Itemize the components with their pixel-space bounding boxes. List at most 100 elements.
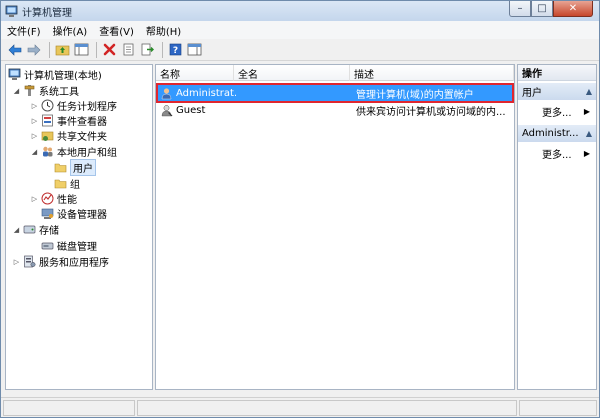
up-level-button[interactable]: [54, 42, 70, 58]
expanded-triangle-icon[interactable]: ◢: [12, 87, 21, 95]
properties-button[interactable]: [120, 42, 136, 58]
collapsed-triangle-icon[interactable]: ▷: [30, 132, 39, 140]
status-segment: [137, 400, 517, 416]
arrow-right-icon: [27, 43, 41, 56]
menu-view[interactable]: 查看(V): [99, 23, 134, 38]
forward-button[interactable]: [26, 42, 42, 58]
user-list: 名称 全名 描述 Administrat... 管理计算机(域)的内置帐户 Gu…: [155, 64, 515, 390]
action-group-users[interactable]: 用户 ▲: [518, 83, 596, 100]
export-list-button[interactable]: [139, 42, 155, 58]
menu-help[interactable]: 帮助(H): [146, 23, 181, 38]
delete-button[interactable]: [101, 42, 117, 58]
title-bar[interactable]: 计算机管理 – □ ✕: [1, 1, 599, 21]
column-header-fullname[interactable]: 全名: [234, 65, 350, 81]
user-name: Administrat...: [176, 87, 236, 99]
action-pane-header: 操作: [518, 65, 596, 81]
show-hide-tree-button[interactable]: [73, 42, 89, 58]
tree-item-groups[interactable]: 组: [54, 176, 80, 191]
action-group-administrator[interactable]: Administr... ▲: [518, 125, 596, 142]
event-viewer-icon: [42, 114, 53, 127]
tree-item-task-scheduler[interactable]: ▷ 任务计划程序: [30, 98, 117, 113]
action-item-label: 更多...: [542, 149, 572, 161]
menu-bar: 文件(F) 操作(A) 查看(V) 帮助(H): [1, 21, 599, 39]
help-button[interactable]: ?: [167, 42, 183, 58]
status-segment: [3, 400, 135, 416]
show-hide-action-pane-button[interactable]: [186, 42, 202, 58]
expanded-triangle-icon[interactable]: ◢: [30, 148, 39, 156]
tree-item-event-viewer[interactable]: ▷ 事件查看器: [30, 113, 107, 128]
user-name: Guest: [176, 104, 206, 116]
tree-item-label: 存储: [39, 226, 59, 237]
tree-item-local-users-groups[interactable]: ◢ 本地用户和组: [30, 144, 117, 159]
svg-text:?: ?: [172, 46, 177, 56]
cell-description: 供来宾访问计算机或访问域的内...: [356, 106, 506, 118]
user-icon: [161, 87, 172, 99]
tree-item-shared-folders[interactable]: ▷ 共享文件夹: [30, 128, 107, 144]
tree-item-label: 计算机管理(本地): [24, 71, 102, 82]
services-icon: [24, 255, 36, 268]
tree-item-computer-management[interactable]: 计算机管理(本地): [8, 67, 102, 82]
disk-icon: [41, 242, 54, 250]
tree-item-label: 系统工具: [39, 87, 79, 98]
help-icon: ?: [169, 43, 181, 56]
tree-item-device-manager[interactable]: 设备管理器: [41, 206, 107, 221]
tree-item-label: 事件查看器: [57, 117, 107, 128]
toolbar-separator: [96, 41, 97, 58]
action-pane-icon: [187, 43, 201, 56]
clock-icon: [41, 99, 54, 112]
tree-item-services-applications[interactable]: ▷ 服务和应用程序: [12, 254, 109, 269]
arrow-left-icon: [8, 43, 22, 56]
collapsed-triangle-icon[interactable]: ▷: [30, 117, 39, 125]
cell-fullname: [238, 85, 352, 101]
collapse-arrow-icon[interactable]: ▲: [586, 87, 592, 96]
status-bar: [1, 397, 599, 417]
close-button[interactable]: ✕: [553, 1, 593, 17]
tree-item-label: 设备管理器: [57, 210, 107, 221]
tree-item-label: 本地用户和组: [57, 148, 117, 159]
action-more-administrator[interactable]: 更多... ▶: [518, 145, 596, 161]
action-more-users[interactable]: 更多... ▶: [518, 103, 596, 119]
list-header: 名称 全名 描述: [156, 65, 514, 81]
computer-management-icon: [5, 5, 18, 17]
table-row-guest[interactable]: Guest 供来宾访问计算机或访问域的内...: [158, 102, 512, 118]
properties-icon: [123, 43, 133, 56]
device-manager-icon: [41, 208, 54, 219]
tree-item-system-tools[interactable]: ◢ 系统工具: [12, 83, 79, 98]
tree-item-label: 服务和应用程序: [39, 258, 109, 269]
window-controls: – □ ✕: [509, 1, 593, 17]
tree-item-storage[interactable]: ◢ 存储: [12, 222, 59, 238]
tools-icon: [24, 85, 35, 96]
tree-item-performance[interactable]: ▷ 性能: [30, 191, 77, 206]
collapsed-triangle-icon[interactable]: ▷: [30, 195, 39, 203]
tree-item-users[interactable]: 用户: [54, 159, 96, 176]
back-button[interactable]: [7, 42, 23, 58]
tree-item-disk-management[interactable]: 磁盘管理: [41, 238, 97, 253]
collapsed-triangle-icon[interactable]: ▷: [30, 102, 39, 110]
folder-up-icon: [55, 45, 69, 56]
toolbar-separator: [49, 41, 50, 58]
menu-action[interactable]: 操作(A): [53, 23, 88, 38]
user-icon: [161, 104, 173, 116]
console-tree-icon: [74, 43, 88, 56]
status-segment: [519, 400, 597, 416]
expanded-triangle-icon[interactable]: ◢: [12, 226, 21, 234]
maximize-button[interactable]: □: [531, 1, 553, 17]
cell-description: 管理计算机(域)的内置帐户: [356, 89, 474, 101]
minimize-button[interactable]: –: [509, 1, 531, 17]
action-group-title: Administr...: [522, 128, 579, 139]
storage-icon: [23, 225, 36, 234]
column-header-description[interactable]: 描述: [350, 65, 514, 81]
shared-folder-icon: [41, 131, 54, 141]
cell-fullname: [238, 102, 352, 118]
table-row-administrator[interactable]: Administrat... 管理计算机(域)的内置帐户: [156, 83, 514, 103]
column-header-name[interactable]: 名称: [156, 65, 234, 81]
menu-file[interactable]: 文件(F): [7, 23, 41, 38]
action-pane: 操作 用户 ▲ 更多... ▶ Administr... ▲ 更多... ▶: [517, 64, 597, 390]
collapse-arrow-icon[interactable]: ▲: [586, 129, 592, 138]
export-icon: [141, 43, 154, 56]
console-tree: 计算机管理(本地) ◢ 系统工具 ▷ 任务计划程序 ▷ 事件查看器 ▷ 共享文件…: [5, 64, 153, 390]
action-item-label: 更多...: [542, 107, 572, 119]
computer-management-window: 计算机管理 – □ ✕ 文件(F) 操作(A) 查看(V) 帮助(H) ? 计算…: [0, 0, 600, 418]
delete-x-icon: [103, 43, 115, 56]
collapsed-triangle-icon[interactable]: ▷: [12, 258, 21, 266]
